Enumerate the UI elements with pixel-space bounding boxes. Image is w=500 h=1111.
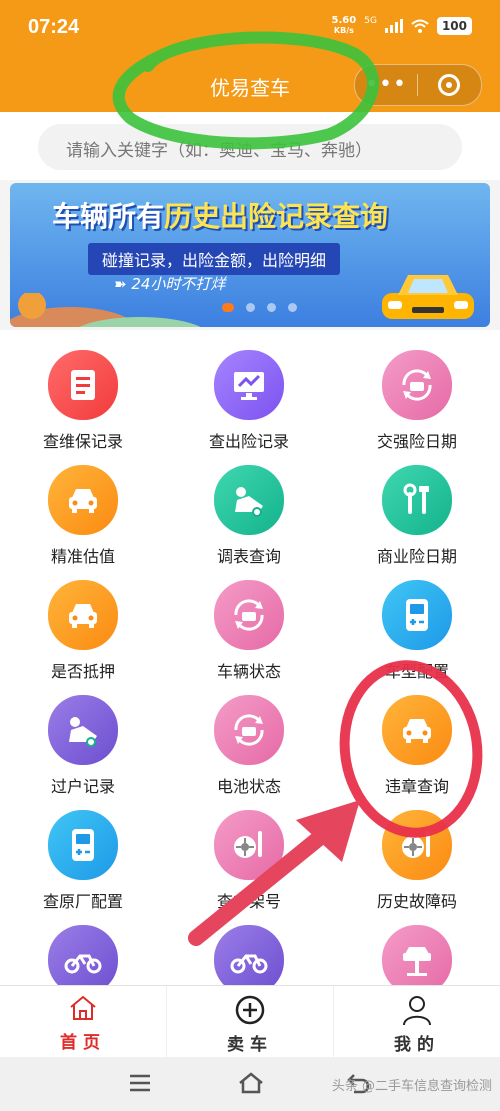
search-placeholder: 请输入关键字（如：奥迪、宝马、奔驰） [66,141,372,161]
service-label: 违章查询 [384,777,449,796]
network-speed-unit: KB/s [333,26,354,35]
banner-title-highlight: 历史出险记录查询 [164,200,389,233]
status-icons: 5.60 KB/s 5G 100 [332,16,472,36]
monitor-chart-icon [214,350,284,420]
wifi-icon [411,19,429,33]
home-icon [70,995,96,1020]
service-grid: 查维保记录 查出险记录 交强险日期精准估值 调表查询 商业险日期是否抵押 车辆状态 车型配置… [0,330,500,985]
service-item[interactable]: 是否抵押 [0,580,166,682]
banner-tagline: ➽ 24小时不打烊 [114,273,225,294]
tab-sell[interactable]: 卖车 [167,986,334,1058]
service-item[interactable]: 查车架号 [166,810,332,912]
tab-mine[interactable]: 我的 [334,986,500,1058]
service-label: 交强险日期 [376,432,457,451]
service-item[interactable]: 电池状态 [166,695,332,797]
service-item[interactable]: 车辆状态 [166,580,332,682]
tools-icon [382,465,452,535]
service-item[interactable]: 过户记录 [0,695,166,797]
wheel-wrench-icon [214,810,284,880]
banner-title: 车辆所有历史出险记录查询 [52,195,388,235]
banner-tagline-text: 24小时不打烊 [131,275,226,293]
banner-subtitle: 碰撞记录，出险金额，出险明细 [88,243,341,275]
service-label: 调表查询 [216,547,281,566]
more-dots-icon[interactable]: ••• [355,66,417,104]
hill-illustration [10,293,200,327]
service-item[interactable]: 查出险记录 [166,350,332,452]
service-item[interactable] [334,925,500,985]
mechanic-icon [48,695,118,765]
car-front-icon [48,580,118,650]
tab-home[interactable]: 首页 [0,986,167,1058]
service-item[interactable]: 车型配置 [334,580,500,682]
promo-banner[interactable]: 车辆所有历史出险记录查询 碰撞记录，出险金额，出险明细 ➽ 24小时不打烊 [10,183,490,327]
search-input[interactable]: 请输入关键字（如：奥迪、宝马、奔驰） [38,124,462,170]
app-header: 优易查车 ••• [0,58,500,112]
car-refresh-icon [214,580,284,650]
plus-circle-icon [235,995,265,1025]
battery-device-icon [48,810,118,880]
service-label: 车辆状态 [216,662,281,681]
motorcycle-icon [214,925,284,985]
service-item[interactable]: 违章查询 [334,695,500,797]
car-refresh-icon [214,695,284,765]
car-refresh-icon [382,350,452,420]
battery-device-icon [382,580,452,650]
service-item[interactable]: 查原厂配置 [0,810,166,912]
wheel-wrench-icon [382,810,452,880]
service-label: 是否抵押 [50,662,115,681]
system-nav-bar: 头条 @二手车信息查询检测 [0,1057,500,1111]
carousel-dot[interactable] [267,303,276,312]
service-label: 查出险记录 [208,432,289,451]
user-icon [403,996,431,1026]
carousel-dot[interactable] [222,303,234,312]
car-front-icon [382,695,452,765]
signal-icon [384,19,403,33]
service-item[interactable]: 商业险日期 [334,465,500,567]
service-item[interactable]: 精准估值 [0,465,166,567]
service-label: 历史故障码 [376,892,457,911]
menu-icon[interactable] [128,1071,152,1095]
network-type: 5G [364,16,377,26]
motorcycle-icon [48,925,118,985]
service-item[interactable] [166,925,332,985]
car-illustration [382,275,474,319]
double-arrow-icon: ➽ [114,275,132,293]
service-label: 精准估值 [50,547,115,566]
service-label: 车型配置 [384,662,449,681]
service-item[interactable] [0,925,166,985]
tab-home-label: 首页 [60,1033,106,1053]
service-label: 过户记录 [50,777,115,796]
menu-capsule: ••• [354,64,482,106]
close-mini-program-button[interactable] [418,74,480,96]
mechanic-icon [214,465,284,535]
banner-title-part1: 车辆所有 [52,200,165,233]
search-section: 请输入关键字（如：奥迪、宝马、奔驰） [0,112,500,180]
home-key-icon[interactable] [238,1071,264,1095]
service-label: 查车架号 [216,892,281,911]
status-bar: 07:24 5.60 KB/s 5G 100 [0,0,500,58]
watermark: 头条 @二手车信息查询检测 [331,1079,492,1094]
tab-sell-label: 卖车 [227,1035,273,1055]
service-item[interactable]: 调表查询 [166,465,332,567]
bottom-tab-bar: 首页 卖车 我的 [0,985,500,1058]
service-label: 电池状态 [216,777,281,796]
battery-indicator: 100 [436,17,472,35]
car-front-icon [48,465,118,535]
service-item[interactable]: 交强险日期 [334,350,500,452]
target-close-icon [438,74,460,96]
document-icon [48,350,118,420]
tab-mine-label: 我的 [394,1035,440,1055]
car-lift-icon [382,925,452,985]
service-item[interactable]: 历史故障码 [334,810,500,912]
network-speed: 5.60 KB/s [332,16,357,36]
clock: 07:24 [28,16,80,38]
carousel-dot[interactable] [288,303,297,312]
service-label: 查维保记录 [42,432,123,451]
network-speed-value: 5.60 [331,15,357,26]
service-item[interactable]: 查维保记录 [0,350,166,452]
carousel-indicators [222,303,297,312]
service-label: 查原厂配置 [42,892,123,911]
carousel-dot[interactable] [246,303,255,312]
service-label: 商业险日期 [376,547,457,566]
